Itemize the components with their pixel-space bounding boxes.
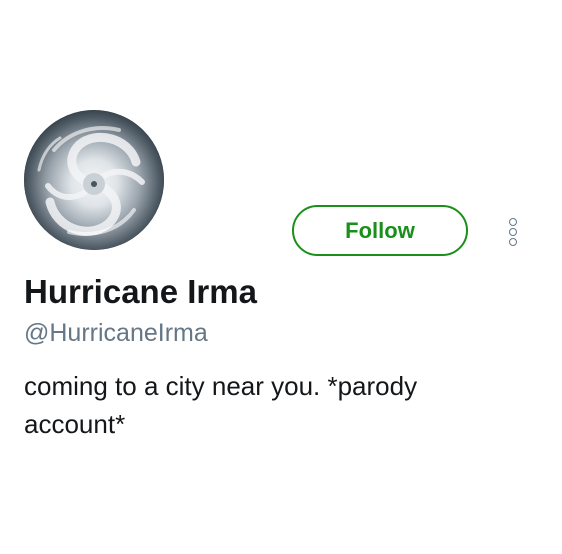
more-dot: [509, 238, 517, 246]
display-name: Hurricane Irma: [24, 273, 257, 310]
user-handle[interactable]: @HurricaneIrma: [24, 318, 208, 348]
profile-bio: coming to a city near you. *parody accou…: [24, 371, 418, 439]
more-vertical-icon[interactable]: [502, 214, 524, 250]
follow-button[interactable]: Follow: [292, 205, 468, 256]
profile-header: Follow Hurricane Irma @HurricaneIrma com…: [0, 0, 562, 554]
avatar[interactable]: [24, 110, 164, 250]
more-dot: [509, 228, 517, 236]
hurricane-satellite-image: [24, 110, 164, 250]
more-dot: [509, 218, 517, 226]
